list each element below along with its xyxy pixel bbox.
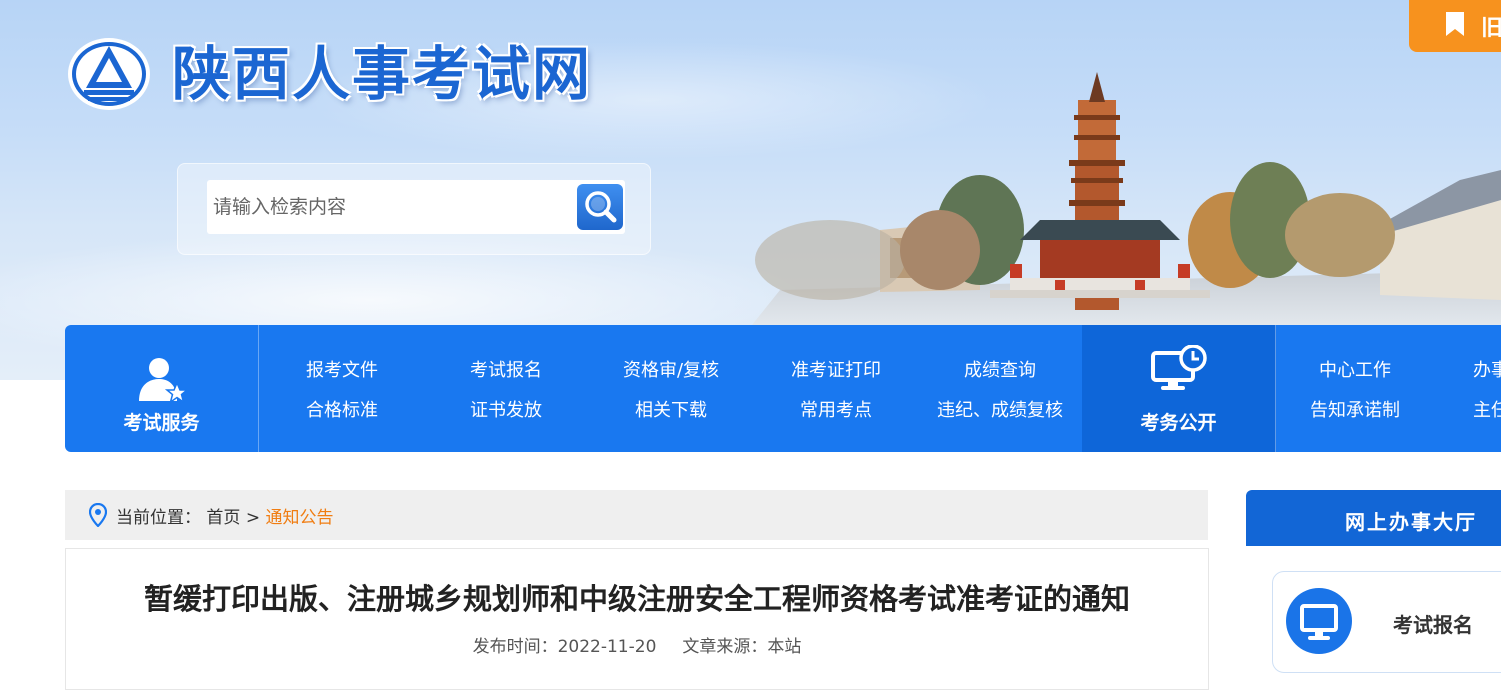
breadcrumb-home-link[interactable]: 首页 <box>206 508 240 528</box>
nav-link-exam-sites[interactable]: 常用考点 <box>800 396 872 422</box>
site-logo-icon <box>68 38 150 110</box>
bookmark-icon <box>1446 12 1464 36</box>
nav-link-passing-standard[interactable]: 合格标准 <box>306 396 378 422</box>
sidebar-item-label: 考试报名 <box>1393 613 1473 637</box>
breadcrumb: 当前位置： 首页 > 通知公告 <box>65 490 1208 540</box>
exam-service-label: 考试服务 <box>123 412 200 434</box>
exam-affairs-links: 中心工作 告知承诺制 办事 主任 <box>1275 325 1501 452</box>
article-meta: 发布时间：2022-11-20 文章来源：本站 <box>66 632 1208 657</box>
nav-link-score-recheck[interactable]: 违纪、成绩复核 <box>937 396 1063 422</box>
nav-link-commitment[interactable]: 告知承诺制 <box>1310 396 1400 422</box>
breadcrumb-current-link[interactable]: 通知公告 <box>265 508 333 528</box>
publish-time-label: 发布时间： <box>472 637 558 657</box>
nav-link-registration-docs[interactable]: 报考文件 <box>306 356 378 382</box>
site-title[interactable]: 陕西人事考试网 <box>172 36 592 112</box>
breadcrumb-separator: > <box>245 508 261 528</box>
nav-link-director[interactable]: 主任 <box>1473 396 1501 422</box>
location-pin-icon <box>89 503 107 527</box>
source-label: 文章来源： <box>682 637 768 657</box>
search-input[interactable] <box>207 180 583 234</box>
exam-affairs-block[interactable]: 考务公开 <box>1082 325 1276 452</box>
old-version-tab[interactable]: 旧 <box>1409 0 1501 52</box>
main-nav: 考试服务 报考文件 合格标准 考试报名 证书发放 资格审/复核 相关下载 准考证… <box>65 325 1501 452</box>
nav-link-downloads[interactable]: 相关下载 <box>635 396 707 422</box>
search-icon <box>585 191 617 223</box>
pagoda-scene-image <box>740 72 1501 340</box>
exam-service-links: 报考文件 合格标准 考试报名 证书发放 资格审/复核 相关下载 准考证打印 常用… <box>258 325 1082 452</box>
online-hall-title: 网上办事大厅 <box>1345 510 1477 534</box>
sidebar-item-exam-registration[interactable]: 考试报名 <box>1272 571 1501 673</box>
header-banner: 陕西人事考试网 <box>0 0 1501 380</box>
exam-affairs-label: 考务公开 <box>1140 412 1217 434</box>
article-title: 暂缓打印出版、注册城乡规划师和中级注册安全工程师资格考试准考证的通知 <box>143 582 1130 616</box>
search-bar <box>177 163 651 255</box>
nav-link-center-work[interactable]: 中心工作 <box>1319 356 1391 382</box>
sidebar-item-icon-bg <box>1286 588 1352 654</box>
exam-service-block[interactable]: 考试服务 <box>65 325 259 452</box>
monitor-icon <box>1300 604 1338 640</box>
nav-link-exam-registration[interactable]: 考试报名 <box>470 356 542 382</box>
publish-date: 2022-11-20 <box>557 637 657 657</box>
nav-link-certificate-issue[interactable]: 证书发放 <box>470 396 542 422</box>
old-version-label: 旧 <box>1481 16 1501 41</box>
nav-link-qualification-review[interactable]: 资格审/复核 <box>623 356 719 382</box>
nav-link-score-query[interactable]: 成绩查询 <box>964 356 1036 382</box>
article-source: 本站 <box>767 637 802 657</box>
person-star-icon <box>138 358 187 403</box>
nav-link-admission-ticket[interactable]: 准考证打印 <box>791 356 881 382</box>
nav-link-affairs[interactable]: 办事 <box>1473 356 1501 382</box>
search-button[interactable] <box>577 180 625 234</box>
article-panel: 暂缓打印出版、注册城乡规划师和中级注册安全工程师资格考试准考证的通知 发布时间：… <box>65 548 1209 690</box>
breadcrumb-prefix: 当前位置： <box>116 508 201 528</box>
monitor-clock-icon <box>1150 345 1207 390</box>
online-hall-header: 网上办事大厅 <box>1246 490 1501 546</box>
